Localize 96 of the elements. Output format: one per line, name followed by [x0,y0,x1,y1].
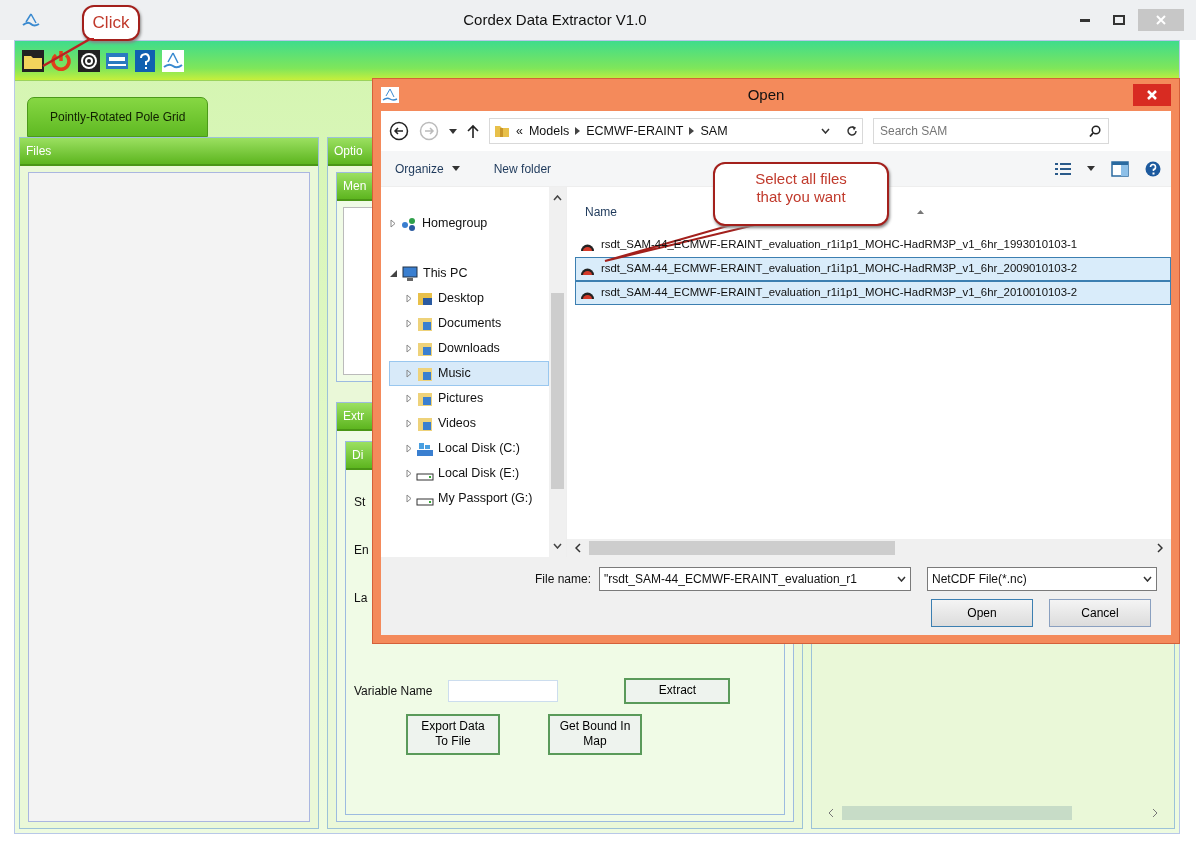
up-arrow-icon[interactable] [467,124,479,138]
breadcrumb-link[interactable]: SAM [700,121,728,141]
tab[interactable]: Pointly-Rotated Pole Grid [27,97,209,137]
computer-icon [401,265,419,282]
tree-item[interactable]: Videos [389,411,549,436]
expand-arrow-icon[interactable] [406,394,412,403]
scroll-left-icon[interactable] [575,543,581,553]
cancel-button[interactable]: Cancel [1049,599,1151,627]
target-icon[interactable] [77,48,101,73]
chevron-icon[interactable] [689,127,695,135]
tree-item[interactable]: Homegroup [389,211,549,236]
chevron-icon[interactable] [575,127,581,135]
app-logo-icon [22,12,40,28]
view-options-icon[interactable] [1055,161,1071,176]
action-button[interactable]: Get Bound In Map [548,713,642,755]
back-icon[interactable] [389,121,409,141]
search-field[interactable]: Search SAM [873,118,1109,144]
address-bar[interactable]: « Models ECMWF-ERAINT SAM [489,118,863,144]
horizontal-scrollbar[interactable] [567,539,1171,557]
field-label: File name: [534,571,591,588]
homegroup-icon [400,215,418,232]
tree-item[interactable]: Pictures [389,386,549,411]
tree-item[interactable]: Music [389,361,549,386]
folder-icon [416,365,434,382]
tree-item[interactable]: This PC [389,261,549,286]
preview-pane-icon[interactable] [1111,160,1129,177]
dialog-title: Open [746,84,786,105]
tree-item[interactable]: Downloads [389,336,549,361]
file-name-field[interactable]: "rsdt_SAM-44_ECMWF-ERAINT_evaluation_r1 [599,567,911,591]
app-logo-icon [381,87,399,103]
callout-pointer [40,38,94,68]
file-type-dropdown[interactable]: NetCDF File(*.nc) [927,567,1157,591]
file-row[interactable]: rsdt_SAM-44_ECMWF-ERAINT_evaluation_r1i1p1_MOHC-HadRM3P_v1_6hr_2010010103-2 [575,281,1171,305]
column-header[interactable]: Name [585,203,617,221]
drive-icon [416,472,434,481]
refresh-icon[interactable] [846,125,858,137]
breadcrumb-link[interactable]: ECMWF-ERAINT [586,121,684,141]
field-label: En [354,542,369,559]
file-row[interactable]: rsdt_SAM-44_ECMWF-ERAINT_evaluation_r1i1p1_MOHC-HadRM3P_v1_6hr_2009010103-2 [575,257,1171,281]
collapse-arrow-icon[interactable] [390,270,397,277]
desktop-icon [416,290,434,307]
folder-icon [494,124,510,138]
folder-icon [416,340,434,357]
field-label: St [354,494,366,511]
close-icon [1156,15,1166,25]
folder-icon [416,390,434,407]
expand-arrow-icon[interactable] [390,219,396,228]
expand-arrow-icon[interactable] [406,369,412,378]
tree-item[interactable]: Local Disk (E:) [389,461,549,486]
folder-icon [416,315,434,332]
scroll-right-icon[interactable] [1157,543,1163,553]
callout: Select all files that you want [713,162,889,226]
folder-icon[interactable] [21,48,45,73]
tree-item[interactable]: Desktop [389,286,549,311]
expand-arrow-icon[interactable] [406,419,412,428]
close-button[interactable] [1133,84,1171,106]
sort-caret-icon [917,210,924,214]
close-icon [1147,90,1157,100]
overflow-chevron[interactable]: « [516,121,523,141]
panel-header: Files [20,138,318,166]
expand-arrow-icon[interactable] [406,494,412,503]
help-icon[interactable] [1145,160,1161,177]
extract-button[interactable]: Extract [624,678,731,704]
maximize-icon[interactable] [1113,15,1125,25]
expand-arrow-icon[interactable] [406,319,412,328]
app-logo-icon[interactable] [161,48,185,73]
caret-icon[interactable] [449,128,457,134]
tree-item[interactable]: Local Disk (C:) [389,436,549,461]
help-icon[interactable] [133,48,157,73]
expand-arrow-icon[interactable] [406,344,412,353]
minimize-icon[interactable] [1080,18,1090,22]
folder-icon [416,415,434,432]
open-button[interactable]: Open [931,599,1033,627]
tree-item[interactable]: My Passport (G:) [389,486,549,511]
callout: Click [82,5,140,41]
action-button[interactable]: Export Data To File [406,713,500,755]
search-icon[interactable] [1089,125,1101,137]
window-title: Cordex Data Extractor V1.0 [463,10,647,28]
expand-arrow-icon[interactable] [406,444,412,453]
scroll-up-icon[interactable] [553,195,562,201]
field-label: Variable Name [353,682,433,700]
expand-arrow-icon[interactable] [406,469,412,478]
breadcrumb-link[interactable]: Models [528,121,570,141]
caret-icon[interactable] [821,128,830,134]
drive-icon [416,440,434,457]
caret-icon[interactable] [1087,166,1095,171]
dropdown-caret-icon[interactable] [1143,576,1152,582]
power-icon[interactable] [49,48,73,73]
drive-icon [416,497,434,506]
field-label: La [354,590,368,607]
input-field[interactable] [448,679,559,702]
expand-arrow-icon[interactable] [406,294,412,303]
vertical-scrollbar[interactable] [549,187,566,557]
dropdown-caret-icon[interactable] [897,576,906,582]
scroll-down-icon[interactable] [553,543,562,549]
tree-item[interactable]: Documents [389,311,549,336]
